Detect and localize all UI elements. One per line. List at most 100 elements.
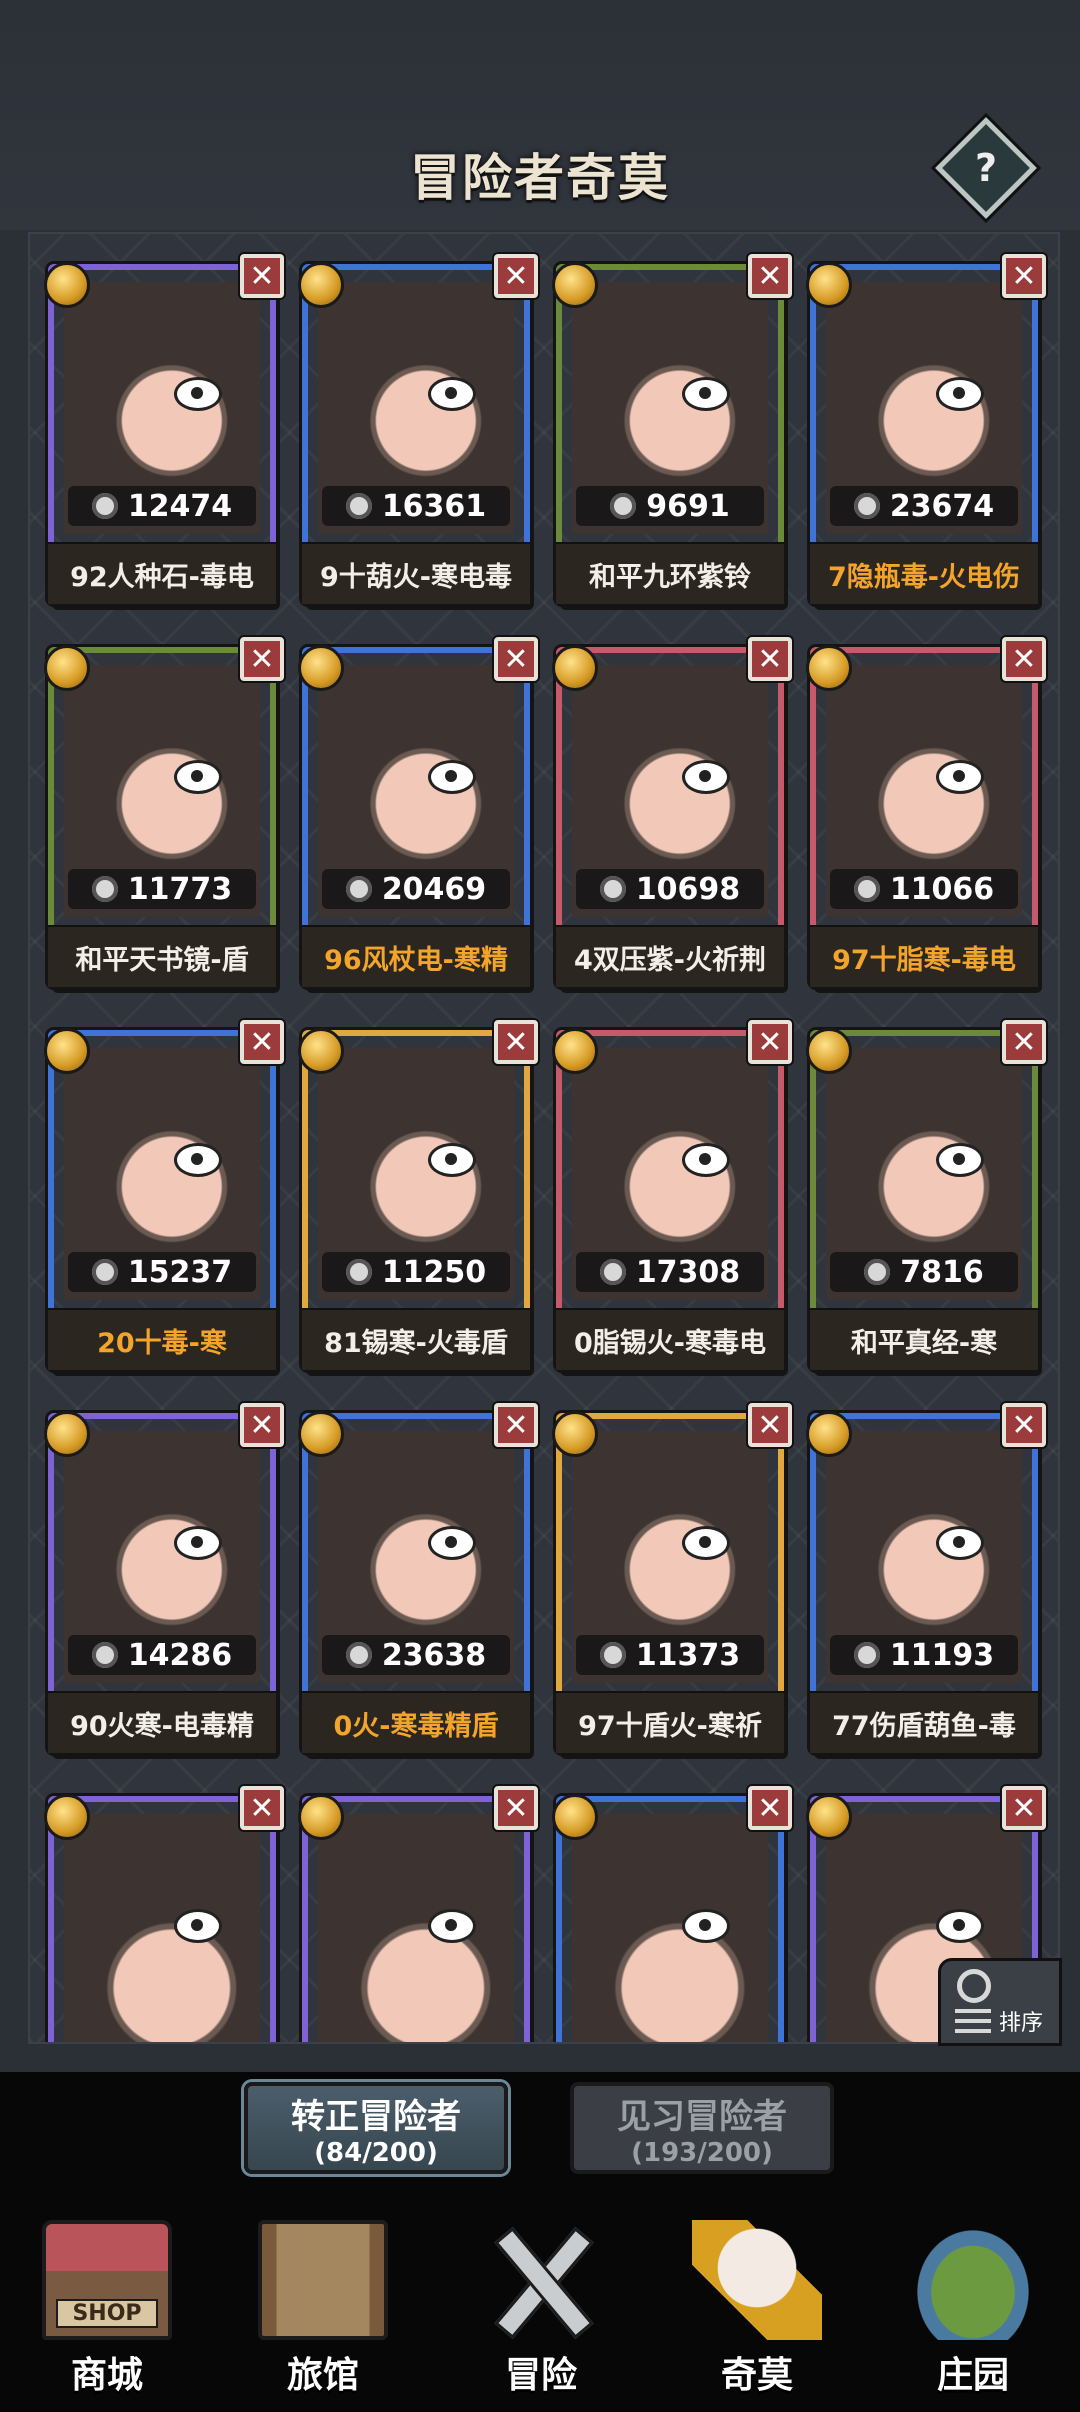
close-icon[interactable]: ✕ xyxy=(240,1786,284,1830)
close-icon[interactable]: ✕ xyxy=(1002,637,1046,681)
adventurer-card[interactable]: 23674 7隐瓶毒-火电伤 ✕ xyxy=(806,254,1046,604)
adventurer-card[interactable]: ✕ xyxy=(44,1786,284,2042)
nav-label: 冒险 xyxy=(504,2355,577,2396)
element-icon xyxy=(345,493,372,519)
inn-icon xyxy=(258,2220,388,2340)
adventurer-portrait xyxy=(64,1814,260,2042)
portrait-eye xyxy=(428,377,476,411)
medal-icon xyxy=(44,262,90,308)
adventurer-name: 4双压紫-火祈荆 xyxy=(556,925,784,987)
medal-icon xyxy=(298,1794,344,1840)
medal-icon xyxy=(806,645,852,691)
adventurer-name: 81锡寒-火毒盾 xyxy=(302,1308,530,1370)
medal-icon xyxy=(552,262,598,308)
adventurer-card[interactable]: 17308 0脂锡火-寒毒电 ✕ xyxy=(552,1020,792,1370)
nav-adventure[interactable]: 冒险 xyxy=(456,2214,626,2412)
adventurer-name: 97十脂寒-毒电 xyxy=(810,925,1038,987)
magnifier-icon xyxy=(957,1969,991,2003)
page-title: 冒险者奇莫 xyxy=(410,149,670,207)
close-icon[interactable]: ✕ xyxy=(240,254,284,298)
nav-qimo[interactable]: 奇莫 xyxy=(672,2214,842,2412)
nav-label: 旅馆 xyxy=(286,2355,359,2396)
power-value: 11773 xyxy=(127,871,233,907)
adventurer-name: 90火寒-电毒精 xyxy=(48,1691,276,1753)
nav-inn[interactable]: 旅馆 xyxy=(238,2214,408,2412)
power-stat: 11373 xyxy=(576,1635,764,1675)
adventurer-grid[interactable]: 12474 92人种石-毒电 ✕ 16361 9十葫火-寒电毒 ✕ 9691 和平九环紫铃 ✕ 2… xyxy=(28,232,1060,2044)
portrait-eye xyxy=(936,377,984,411)
close-icon[interactable]: ✕ xyxy=(494,254,538,298)
tab-label: 见习冒险者 xyxy=(617,2096,787,2137)
nav-manor[interactable]: 庄园 xyxy=(888,2214,1058,2412)
adventurer-card[interactable]: ✕ xyxy=(552,1786,792,2042)
close-icon[interactable]: ✕ xyxy=(748,1403,792,1447)
adventurer-card[interactable]: 23638 0火-寒毒精盾 ✕ xyxy=(298,1403,538,1753)
close-icon[interactable]: ✕ xyxy=(494,1020,538,1064)
adventurer-name: 96风杖电-寒精 xyxy=(302,925,530,987)
adventurer-card[interactable]: 12474 92人种石-毒电 ✕ xyxy=(44,254,284,604)
tab-regular-adventurers[interactable]: 转正冒险者 (84/200) xyxy=(244,2082,508,2174)
sort-button[interactable]: 排序 xyxy=(938,1958,1062,2046)
manor-icon xyxy=(908,2220,1038,2340)
element-icon xyxy=(853,493,880,519)
medal-icon xyxy=(552,1794,598,1840)
close-icon[interactable]: ✕ xyxy=(1002,1786,1046,1830)
adventurer-card[interactable]: 11066 97十脂寒-毒电 ✕ xyxy=(806,637,1046,987)
power-value: 23674 xyxy=(889,488,995,524)
adventurer-name: 和平真经-寒 xyxy=(810,1308,1038,1370)
nav-label: 商城 xyxy=(70,2355,143,2396)
adventurer-name: 20十毒-寒 xyxy=(48,1308,276,1370)
adventurer-card[interactable]: 11193 77伤盾葫鱼-毒 ✕ xyxy=(806,1403,1046,1753)
close-icon[interactable]: ✕ xyxy=(748,1020,792,1064)
portrait-eye xyxy=(936,1909,984,1943)
close-icon[interactable]: ✕ xyxy=(748,637,792,681)
portrait-eye xyxy=(682,1143,730,1177)
adventurer-card[interactable]: 11773 和平天书镜-盾 ✕ xyxy=(44,637,284,987)
top-bar: 冒险者奇莫 ? xyxy=(0,0,1080,230)
power-value: 14286 xyxy=(127,1637,233,1673)
adventurer-card[interactable]: 9691 和平九环紫铃 ✕ xyxy=(552,254,792,604)
close-icon[interactable]: ✕ xyxy=(494,637,538,681)
close-icon[interactable]: ✕ xyxy=(748,254,792,298)
adventurer-name: 和平天书镜-盾 xyxy=(48,925,276,987)
power-stat: 10698 xyxy=(576,869,764,909)
medal-icon xyxy=(552,1411,598,1457)
close-icon[interactable]: ✕ xyxy=(494,1403,538,1447)
close-icon[interactable]: ✕ xyxy=(240,1020,284,1064)
close-icon[interactable]: ✕ xyxy=(240,637,284,681)
adventurer-portrait xyxy=(572,1814,768,2042)
adventurer-card[interactable]: 14286 90火寒-电毒精 ✕ xyxy=(44,1403,284,1753)
power-stat: 14286 xyxy=(68,1635,256,1675)
nav-shop[interactable]: SHOP 商城 xyxy=(22,2214,192,2412)
element-icon xyxy=(853,1642,880,1668)
adventurer-card[interactable]: 11373 97十盾火-寒祈 ✕ xyxy=(552,1403,792,1753)
list-icon xyxy=(955,2009,991,2033)
power-stat: 11250 xyxy=(322,1252,510,1292)
portrait-eye xyxy=(174,1526,222,1560)
close-icon[interactable]: ✕ xyxy=(1002,254,1046,298)
close-icon[interactable]: ✕ xyxy=(1002,1020,1046,1064)
adventurer-card[interactable]: 16361 9十葫火-寒电毒 ✕ xyxy=(298,254,538,604)
medal-icon xyxy=(806,262,852,308)
medal-icon xyxy=(298,262,344,308)
adventurer-card[interactable]: 10698 4双压紫-火祈荆 ✕ xyxy=(552,637,792,987)
adventurer-card[interactable]: 7816 和平真经-寒 ✕ xyxy=(806,1020,1046,1370)
adventure-icon xyxy=(476,2220,606,2340)
tab-trainee-adventurers[interactable]: 见习冒险者 (193/200) xyxy=(570,2082,834,2174)
medal-icon xyxy=(806,1411,852,1457)
element-icon xyxy=(610,493,637,519)
portrait-eye xyxy=(428,760,476,794)
medal-icon xyxy=(44,645,90,691)
close-icon[interactable]: ✕ xyxy=(240,1403,284,1447)
close-icon[interactable]: ✕ xyxy=(1002,1403,1046,1447)
close-icon[interactable]: ✕ xyxy=(748,1786,792,1830)
power-value: 12474 xyxy=(127,488,233,524)
adventurer-card[interactable]: 15237 20十毒-寒 ✕ xyxy=(44,1020,284,1370)
portrait-eye xyxy=(174,377,222,411)
adventurer-card[interactable]: 20469 96风杖电-寒精 ✕ xyxy=(298,637,538,987)
nav-label: 庄园 xyxy=(936,2355,1009,2396)
adventurer-card[interactable]: 11250 81锡寒-火毒盾 ✕ xyxy=(298,1020,538,1370)
shop-sign: SHOP xyxy=(56,2299,158,2328)
adventurer-card[interactable]: ✕ xyxy=(298,1786,538,2042)
close-icon[interactable]: ✕ xyxy=(494,1786,538,1830)
